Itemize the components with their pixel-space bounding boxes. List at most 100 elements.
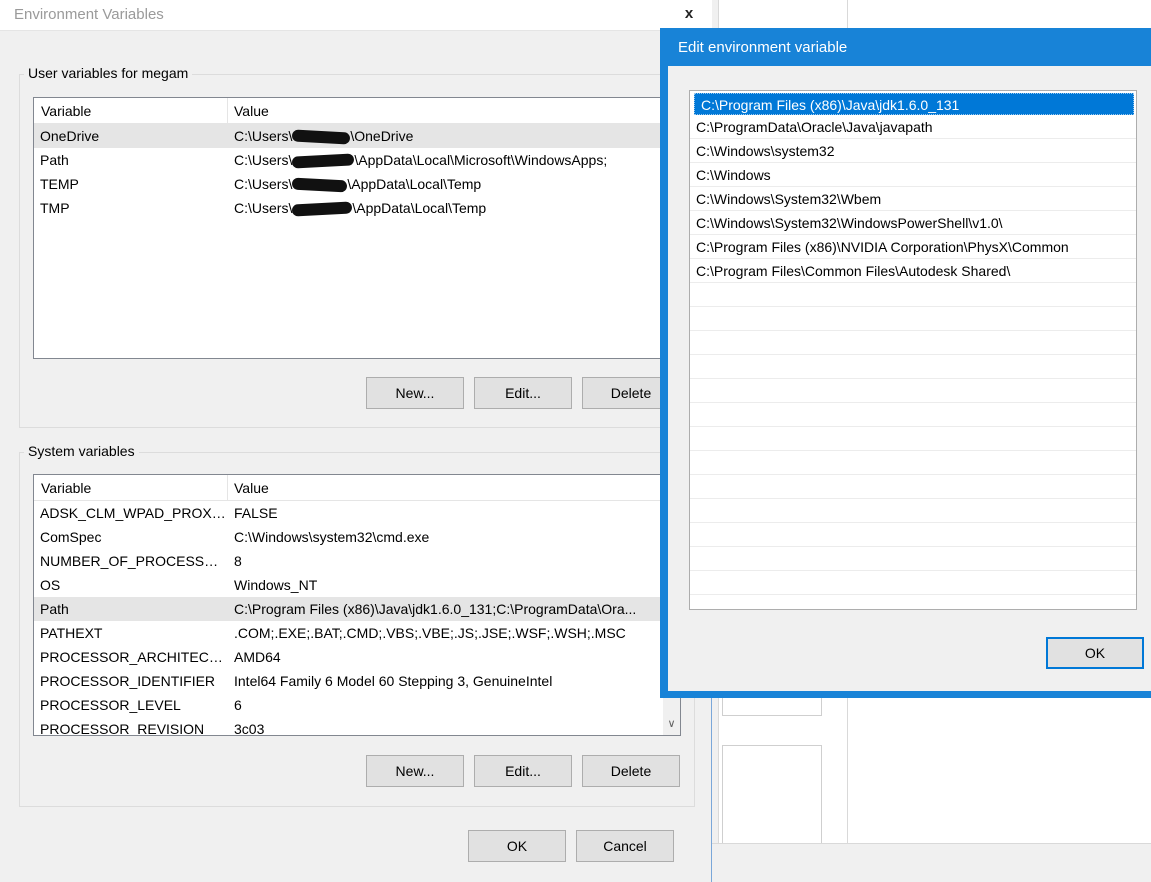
- table-row[interactable]: PROCESSOR_REVISION 3c03: [34, 717, 680, 736]
- path-entry[interactable]: C:\Windows\system32: [690, 139, 1136, 163]
- variable-name: PROCESSOR_ARCHITECTU...: [40, 649, 226, 665]
- empty-entry-slot[interactable]: [690, 571, 1136, 595]
- table-row[interactable]: OneDrive C:\Users\ \OneDrive: [34, 124, 680, 148]
- redacted-username: [292, 177, 348, 193]
- path-entry[interactable]: C:\Program Files (x86)\NVIDIA Corporatio…: [690, 235, 1136, 259]
- empty-entry-slot[interactable]: [690, 427, 1136, 451]
- variable-name: PROCESSOR_REVISION: [40, 721, 205, 736]
- path-entry[interactable]: C:\Windows: [690, 163, 1136, 187]
- value-prefix: C:\Users\: [234, 176, 293, 192]
- list-header: Variable Value: [34, 98, 680, 124]
- variable-name: NUMBER_OF_PROCESSORS: [40, 553, 226, 569]
- variable-value: Intel64 Family 6 Model 60 Stepping 3, Ge…: [234, 673, 553, 689]
- path-entry[interactable]: C:\Windows\System32\WindowsPowerShell\v1…: [690, 211, 1136, 235]
- column-header-variable[interactable]: Variable: [41, 480, 91, 496]
- system-new-button[interactable]: New...: [366, 755, 464, 787]
- value-prefix: C:\Users\: [234, 128, 293, 144]
- variable-name: PATHEXT: [40, 625, 103, 641]
- table-row[interactable]: TMP C:\Users\ \AppData\Local\Temp: [34, 196, 680, 220]
- variable-value: .COM;.EXE;.BAT;.CMD;.VBS;.VBE;.JS;.JSE;.…: [234, 625, 626, 641]
- user-variables-label: User variables for megam: [24, 65, 193, 81]
- table-row[interactable]: NUMBER_OF_PROCESSORS 8: [34, 549, 680, 573]
- column-header-variable[interactable]: Variable: [41, 103, 91, 119]
- system-edit-button[interactable]: Edit...: [474, 755, 572, 787]
- column-header-value[interactable]: Value: [234, 480, 269, 496]
- variable-value: 6: [234, 697, 242, 713]
- table-row[interactable]: Path C:\Users\ \AppData\Local\Microsoft\Wi…: [34, 148, 680, 172]
- variable-value: 3c03: [234, 721, 265, 736]
- value-suffix: \AppData\Local\Temp: [352, 200, 487, 216]
- empty-entry-slot[interactable]: [690, 523, 1136, 547]
- title-bar[interactable]: Environment Variables x: [0, 0, 712, 31]
- ok-button[interactable]: OK: [468, 830, 566, 862]
- table-row[interactable]: PATHEXT .COM;.EXE;.BAT;.CMD;.VBS;.VBE;.JS…: [34, 621, 680, 645]
- path-entry[interactable]: C:\Windows\System32\Wbem: [690, 187, 1136, 211]
- variable-value: C:\Users\ \AppData\Local\Temp: [234, 196, 664, 220]
- variable-value: FALSE: [234, 505, 278, 521]
- environment-variables-dialog: Environment Variables x User variables f…: [0, 0, 712, 882]
- window-title: Environment Variables: [14, 6, 164, 23]
- variable-name: OneDrive: [40, 128, 100, 144]
- background-box: [722, 745, 822, 845]
- variable-value: 8: [234, 553, 242, 569]
- path-entries-list[interactable]: C:\Program Files (x86)\Java\jdk1.6.0_131…: [689, 90, 1137, 610]
- empty-entry-slot[interactable]: [690, 499, 1136, 523]
- empty-entry-slot[interactable]: [690, 451, 1136, 475]
- variable-name: ADSK_CLM_WPAD_PROXY...: [40, 505, 226, 521]
- user-edit-button[interactable]: Edit...: [474, 377, 572, 409]
- table-row[interactable]: PROCESSOR_LEVEL 6: [34, 693, 680, 717]
- variable-value: C:\Windows\system32\cmd.exe: [234, 529, 430, 545]
- redacted-username: [292, 153, 355, 169]
- column-header-value[interactable]: Value: [234, 103, 269, 119]
- background-bottom-bar: [712, 843, 1151, 882]
- scroll-down-icon[interactable]: ∨: [665, 716, 678, 733]
- edit-environment-variable-dialog: Edit environment variable C:\Program Fil…: [668, 31, 1151, 691]
- variable-name: Path: [40, 152, 69, 168]
- close-icon[interactable]: x: [667, 0, 711, 30]
- variable-name: PROCESSOR_LEVEL: [40, 697, 181, 713]
- user-new-button[interactable]: New...: [366, 377, 464, 409]
- empty-entry-slot[interactable]: [690, 355, 1136, 379]
- table-row[interactable]: ComSpec C:\Windows\system32\cmd.exe: [34, 525, 680, 549]
- empty-entry-slot[interactable]: [690, 379, 1136, 403]
- variable-name: ComSpec: [40, 529, 102, 545]
- variable-value: C:\Program Files (x86)\Java\jdk1.6.0_131…: [234, 601, 637, 617]
- list-header: Variable Value: [34, 475, 680, 501]
- empty-entry-slot[interactable]: [690, 475, 1136, 499]
- empty-entry-slot[interactable]: [690, 403, 1136, 427]
- edit-ok-button[interactable]: OK: [1046, 637, 1144, 669]
- empty-entry-slot[interactable]: [690, 331, 1136, 355]
- empty-entry-slot[interactable]: [690, 283, 1136, 307]
- path-entry[interactable]: C:\Program Files\Common Files\Autodesk S…: [690, 259, 1136, 283]
- user-variables-list[interactable]: Variable Value OneDrive C:\Users\ \OneDriv…: [33, 97, 681, 359]
- variable-name: TEMP: [40, 176, 79, 192]
- system-variables-list[interactable]: Variable Value ADSK_CLM_WPAD_PROXY... FAL…: [33, 474, 681, 736]
- system-variables-label: System variables: [24, 443, 139, 459]
- title-bar[interactable]: Edit environment variable: [668, 31, 1151, 66]
- variable-value: AMD64: [234, 649, 281, 665]
- system-delete-button[interactable]: Delete: [582, 755, 680, 787]
- path-entry[interactable]: C:\Program Files (x86)\Java\jdk1.6.0_131: [694, 93, 1134, 115]
- table-row[interactable]: TEMP C:\Users\ \AppData\Local\Temp: [34, 172, 680, 196]
- table-row[interactable]: ADSK_CLM_WPAD_PROXY... FALSE: [34, 501, 680, 525]
- edit-dialog-frame: [660, 28, 668, 698]
- value-suffix: \AppData\Local\Microsoft\WindowsApps;: [354, 152, 608, 168]
- path-entry[interactable]: C:\ProgramData\Oracle\Java\javapath: [690, 115, 1136, 139]
- table-row[interactable]: Path C:\Program Files (x86)\Java\jdk1.6.0…: [34, 597, 680, 621]
- redacted-username: [292, 201, 353, 217]
- empty-entry-slot[interactable]: [690, 547, 1136, 571]
- variable-name: Path: [40, 601, 69, 617]
- variable-value: C:\Users\ \AppData\Local\Temp: [234, 172, 664, 196]
- variable-value: C:\Users\ \AppData\Local\Microsoft\Window…: [234, 148, 664, 172]
- variable-value: Windows_NT: [234, 577, 318, 593]
- value-suffix: \AppData\Local\Temp: [347, 176, 482, 192]
- value-prefix: C:\Users\: [234, 152, 293, 168]
- empty-entry-slot[interactable]: [690, 307, 1136, 331]
- variable-name: PROCESSOR_IDENTIFIER: [40, 673, 216, 689]
- table-row[interactable]: OS Windows_NT: [34, 573, 680, 597]
- value-prefix: C:\Users\: [234, 200, 293, 216]
- table-row[interactable]: PROCESSOR_IDENTIFIER Intel64 Family 6 Mod…: [34, 669, 680, 693]
- table-row[interactable]: PROCESSOR_ARCHITECTU... AMD64: [34, 645, 680, 669]
- cancel-button[interactable]: Cancel: [576, 830, 674, 862]
- window-title: Edit environment variable: [678, 39, 848, 56]
